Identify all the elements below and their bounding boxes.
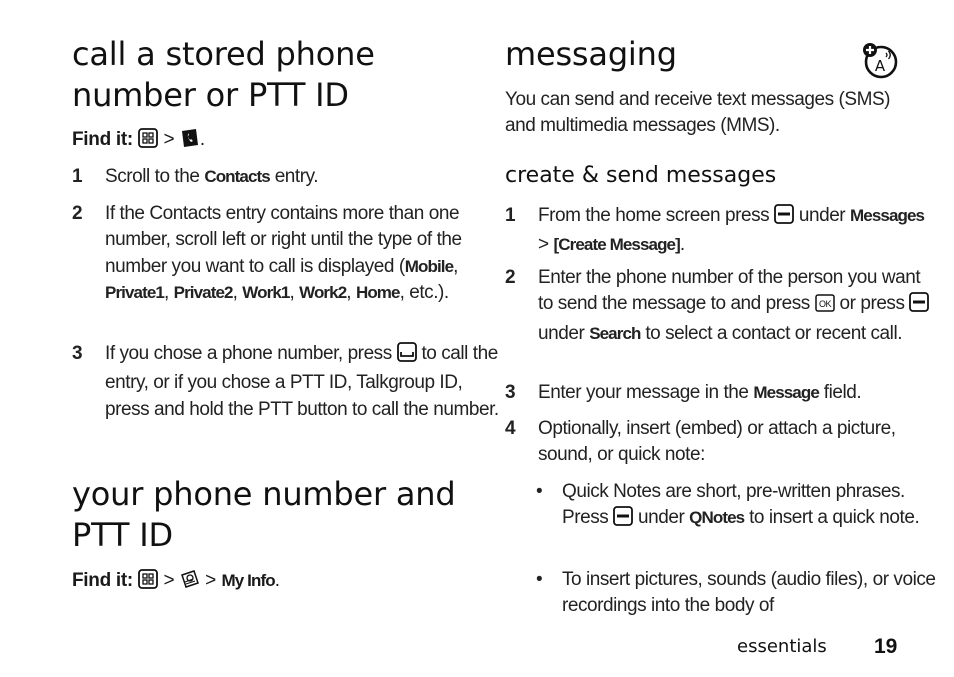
key-label-message: Message	[753, 383, 819, 402]
ok-key-icon: OK	[814, 294, 835, 320]
section-title-your-number: your phone number and PTT ID	[72, 474, 492, 556]
step-number: 1	[505, 205, 516, 226]
key-label: Mobile	[404, 256, 454, 276]
svg-text:A: A	[875, 57, 886, 75]
soft-key-icon	[774, 204, 794, 232]
bullet-quick-notes: • Quick Notes are short, pre-written phr…	[505, 479, 942, 535]
step-text: .	[679, 234, 685, 256]
separator: ,	[163, 281, 174, 303]
key-label-search: Search	[589, 323, 641, 343]
settings-icon	[180, 569, 200, 597]
footer-section-label: essentials	[737, 636, 827, 657]
key-label: Private2	[173, 282, 234, 302]
step-1: 1 Scroll to the Contacts entry.	[72, 164, 505, 190]
step-text: If you chose a phone number, press	[105, 343, 397, 364]
title-line: your phone number and	[72, 475, 456, 513]
bullet-dot: •	[536, 481, 543, 502]
separator: ,	[289, 281, 300, 303]
title-line: PTT ID	[72, 516, 173, 554]
soft-key-icon	[909, 292, 930, 320]
step-2: 2 Enter the phone number of the person y…	[505, 265, 938, 347]
section-title-messaging: messaging	[505, 35, 677, 73]
step-text: Enter your message in the	[538, 382, 754, 403]
step-text: under	[538, 322, 590, 344]
svg-text:OK: OK	[819, 299, 832, 309]
step-text: From the home screen press	[538, 205, 775, 226]
step-number: 3	[72, 343, 83, 364]
step-text: Optionally, insert (embed) or attach a p…	[538, 418, 896, 466]
find-it-label: Find it:	[72, 570, 133, 591]
step-number: 1	[72, 166, 83, 187]
key-label-create-message: [Create Message]	[553, 235, 680, 255]
menu-key-icon	[138, 128, 159, 156]
step-number: 4	[505, 418, 516, 439]
separator: ,	[232, 281, 243, 303]
bullet-dot: •	[536, 569, 543, 590]
key-label-messages: Messages	[850, 206, 925, 225]
key-label: Private1	[105, 282, 165, 302]
key-label: Work2	[299, 282, 347, 302]
step-text: entry.	[269, 166, 319, 187]
step-number: 2	[505, 267, 516, 288]
find-it-path-my-info: Find it: > > My Info.	[72, 568, 472, 597]
key-label: Work1	[242, 282, 290, 302]
step-text: Scroll to the	[105, 166, 205, 187]
bullet-insert-media: • To insert pictures, sounds (audio file…	[505, 567, 954, 620]
key-label-my-info: My Info	[221, 571, 276, 590]
find-it-path: Find it: > .	[72, 127, 472, 156]
feature-availability-icon: A	[860, 40, 900, 85]
step-3: 3 If you chose a phone number, press to …	[72, 341, 505, 423]
title-line: number or PTT ID	[72, 76, 349, 114]
step-2: 2 If the Contacts entry contains more th…	[72, 201, 505, 306]
step-text: or press	[834, 293, 910, 315]
send-key-icon	[396, 342, 417, 370]
path-separator: >	[205, 570, 217, 591]
messaging-intro: You can send and receive text messages (…	[505, 89, 891, 137]
path-end: .	[274, 570, 281, 591]
step-text: , etc.).	[399, 281, 450, 303]
section-title-call-stored: call a stored phone number or PTT ID	[72, 34, 492, 116]
separator: ,	[453, 255, 459, 277]
step-4: 4 Optionally, insert (embed) or attach a…	[505, 416, 928, 469]
soft-key-icon	[613, 506, 634, 534]
contacts-icon	[180, 128, 200, 156]
step-text: to select a contact or recent call.	[640, 322, 903, 344]
key-label-qnotes: QNotes	[689, 508, 745, 528]
key-label-contacts: Contacts	[204, 167, 270, 186]
menu-key-icon	[138, 569, 159, 597]
find-it-label: Find it:	[72, 129, 133, 150]
bullet-text: To insert pictures, sounds (audio files)…	[562, 569, 936, 617]
step-number: 3	[505, 382, 516, 403]
key-label: Home	[355, 282, 401, 302]
step-text: field.	[818, 382, 862, 403]
bullet-text: under	[633, 507, 690, 529]
step-1: 1 From the home screen press under Messa…	[505, 203, 938, 259]
step-text: under	[794, 205, 851, 226]
separator: ,	[346, 281, 356, 303]
bullet-text: to insert a quick note.	[744, 507, 920, 529]
subsection-title-create-send: create & send messages	[505, 163, 777, 188]
title-line: call a stored phone	[72, 35, 375, 73]
step-number: 2	[72, 203, 83, 224]
page-number: 19	[874, 635, 898, 658]
path-end: .	[199, 129, 206, 150]
path-separator: >	[163, 129, 175, 150]
separator: >	[538, 234, 554, 256]
path-separator: >	[163, 570, 175, 591]
step-3: 3 Enter your message in the Message fiel…	[505, 380, 938, 406]
